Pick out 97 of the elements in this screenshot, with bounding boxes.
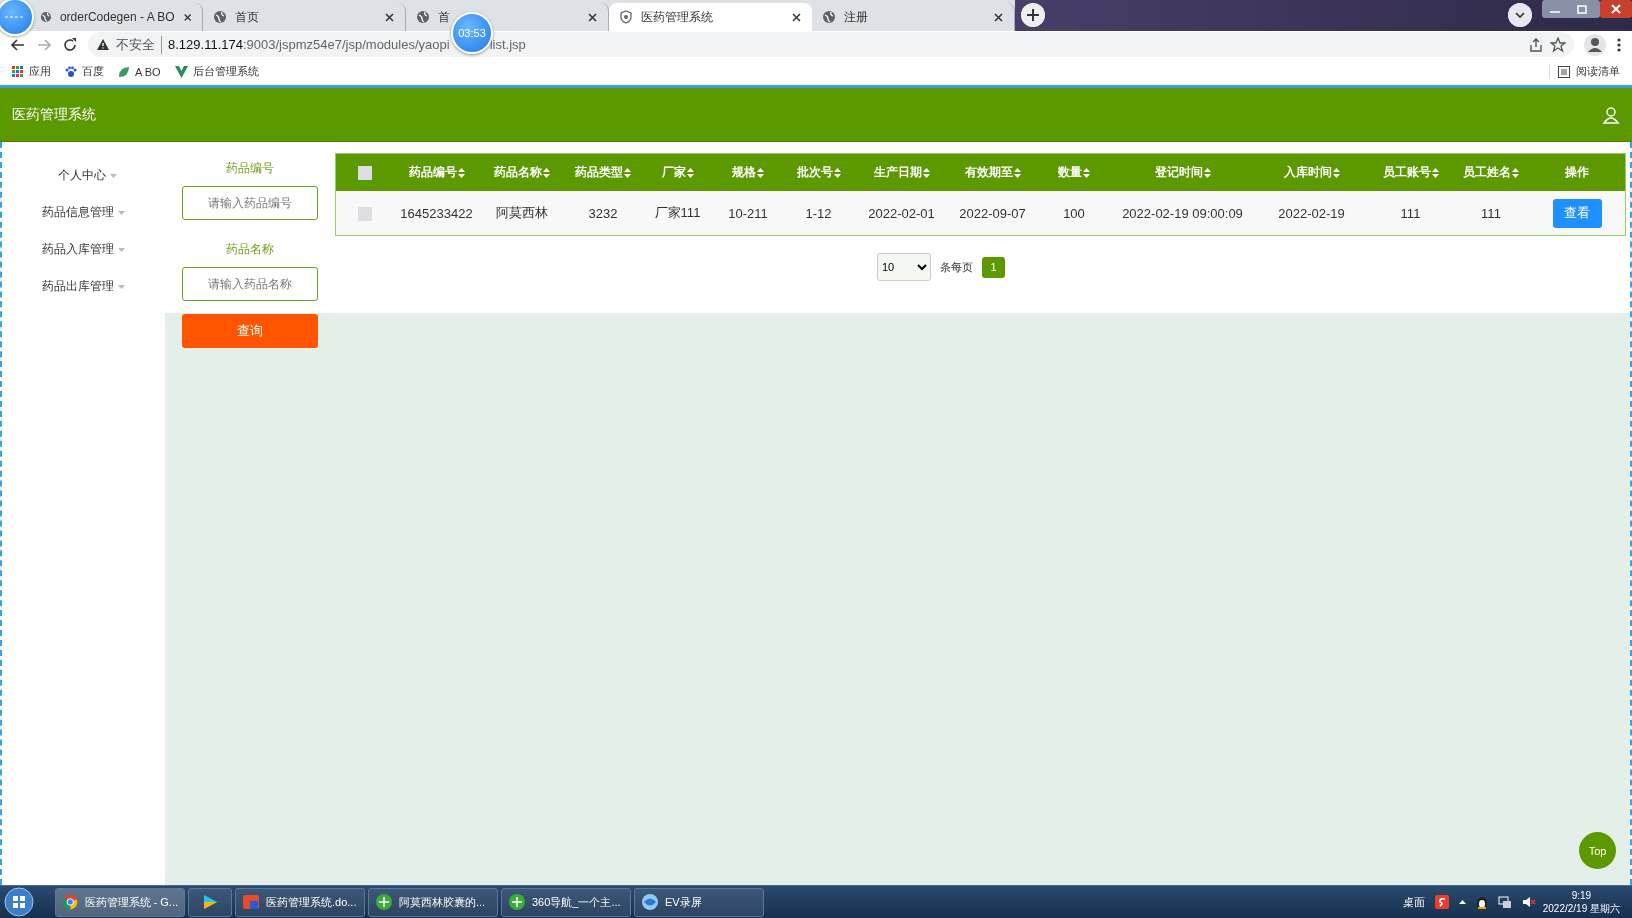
row-checkbox[interactable] [357,206,372,221]
taskbar-item[interactable] [188,887,232,917]
start-icon[interactable] [4,887,34,917]
table-cell: 111 [1400,205,1421,221]
column-header: 操作 [1565,164,1590,181]
sort-icon [1512,167,1519,178]
table-cell: 2022-02-19 [1278,205,1345,221]
bookmark[interactable]: 应用 [12,64,51,79]
clock-time[interactable]: 9:19 [1571,889,1592,902]
taskbar-item[interactable]: 360导航_一个主... [501,887,631,917]
browser-tab[interactable]: 医药管理系统 [609,3,812,31]
table-cell: 1-12 [805,205,832,221]
apps-icon [12,65,24,78]
table-cell: 厂家111 [654,205,701,220]
tab-title: 注册 [844,8,869,26]
back-icon[interactable] [10,36,26,53]
sort-icon [833,167,841,178]
close-icon[interactable] [993,11,1004,23]
sort-icon [543,167,550,178]
caret-icon [110,173,117,178]
taskbar-item[interactable]: EV录屏 [634,887,764,917]
table-cell: 10-211 [728,205,768,221]
dash-line-icon [5,15,25,19]
caret-icon [118,210,125,215]
table-cell: 111 [1481,205,1501,221]
speaker-muted-icon[interactable] [1521,895,1536,909]
input-field[interactable]: 请输入药品编号 [182,186,318,220]
taskbar-item[interactable]: 医药管理系统 - G... [55,887,185,917]
tab-title: 医药管理系统 [641,8,714,26]
reading-list-button[interactable]: 阅读清单 [1549,64,1620,79]
table-cell: 3232 [588,205,618,221]
page-size-select[interactable]: 10 [877,253,931,281]
user-icon[interactable] [1602,105,1620,124]
close-icon[interactable] [384,11,395,23]
close-icon[interactable] [587,11,598,23]
url-text: 8.129.11.174:9003/jspmz54e7/jsp/modules/yaopi [168,37,450,52]
sort-icon [757,167,764,178]
app-title: 医药管理系统 [12,105,96,124]
desktop-label[interactable]: 桌面 [1402,894,1425,910]
table-cell: 2022-09-07 [959,205,1026,221]
share-icon[interactable] [1528,36,1544,53]
browser-icon [62,893,79,911]
sidebar-item[interactable]: 药品信息管理 [42,201,125,224]
document-icon [242,893,260,911]
table-cell: 2022-02-01 [868,205,935,221]
play-icon [201,893,219,911]
sort-icon [1431,167,1439,178]
new-tab-icon[interactable] [1021,3,1045,27]
close-icon[interactable] [791,11,802,23]
list-icon [1558,65,1570,78]
sort-icon [1332,167,1340,178]
sort-icon [1203,167,1211,178]
ime-icon[interactable] [1434,895,1449,909]
sort-icon [1013,167,1021,178]
taskbar-item[interactable]: 阿莫西林胶囊的... [368,887,498,917]
tab-title: 首 [438,8,451,26]
sort-icon [686,167,694,178]
field-label: 药品编号 [225,160,275,177]
reload-icon[interactable] [62,36,78,53]
sort-icon [922,167,930,178]
table-cell: 1645233422 [400,205,473,221]
star-icon[interactable] [1550,36,1566,53]
sidebar-item[interactable]: 个人中心 [50,164,117,187]
tab-title: orderCodegen - A BO [59,10,175,24]
close-icon[interactable] [182,11,192,23]
bookmark[interactable]: 百度 [65,64,104,79]
bookmark[interactable]: A BO [118,65,161,78]
chevron-down-icon[interactable] [1508,3,1532,27]
leaf-icon [118,65,130,78]
menu-icon[interactable] [1616,36,1622,53]
window-controls-icon[interactable] [1542,0,1632,20]
sort-icon [457,167,465,178]
penguin-icon[interactable] [1475,895,1488,909]
v-logo-icon [174,65,188,78]
table-cell: 2022-02-19 09:00:09 [1122,205,1243,221]
clock-date[interactable]: 2022/2/19 星期六 [1542,902,1620,915]
security-label: 不安全 [116,35,162,54]
per-page-label: 条每页 [940,259,973,275]
sort-icon [1083,167,1090,178]
caret-icon [118,284,125,289]
warning-icon [96,38,110,51]
table-cell: 100 [1063,205,1085,221]
select-all-checkbox[interactable] [357,165,372,180]
caret-up-icon[interactable] [1458,900,1466,904]
caret-icon [118,247,125,252]
bookmark[interactable]: 后台管理系统 [174,64,259,79]
paw-icon [65,65,77,78]
sidebar-item[interactable]: 药品入库管理 [42,238,125,261]
profile-icon[interactable] [1584,33,1606,56]
taskbar-item[interactable]: 医药管理系统.do... [235,887,365,917]
sort-icon [624,167,631,178]
tab-title: 首页 [235,8,260,26]
table-cell: 阿莫西林 [496,205,548,220]
field-label: 药品名称 [225,241,275,258]
input-field[interactable]: 请输入药品名称 [182,267,318,301]
sidebar-item[interactable]: 药品出库管理 [42,275,125,298]
shield-icon [619,10,633,24]
